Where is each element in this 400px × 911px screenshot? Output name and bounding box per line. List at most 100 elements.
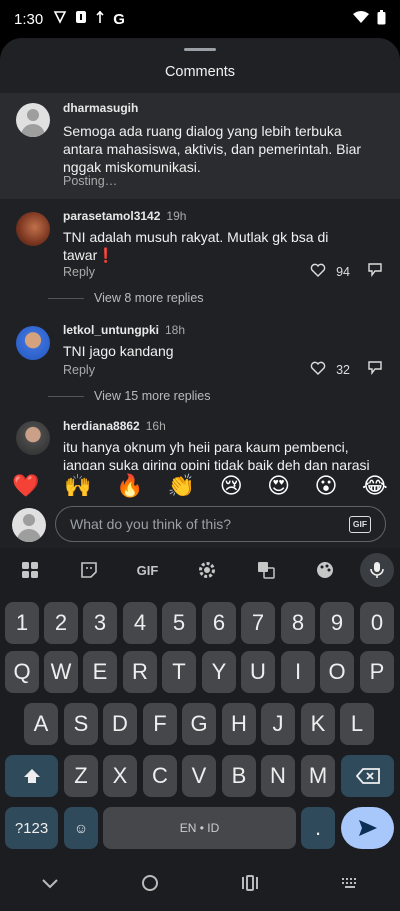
google-icon: G xyxy=(113,10,125,28)
view-more-label: View 8 more replies xyxy=(94,291,204,305)
microphone-icon[interactable] xyxy=(360,553,394,587)
emoji-clap[interactable]: 👏 xyxy=(168,473,195,499)
view-more-replies[interactable]: View 15 more replies xyxy=(48,389,211,403)
key-k[interactable]: K xyxy=(301,703,335,745)
gif-tool[interactable]: GIF xyxy=(118,548,177,592)
key-t[interactable]: T xyxy=(162,651,196,693)
space-key[interactable]: EN • ID xyxy=(103,807,296,849)
dislike-icon[interactable] xyxy=(368,361,382,378)
key-s[interactable]: S xyxy=(64,703,98,745)
key-c[interactable]: C xyxy=(143,755,177,797)
emoji-key[interactable]: ☺ xyxy=(64,807,98,849)
comment-username[interactable]: herdiana8862 16h xyxy=(63,419,166,433)
send-key[interactable] xyxy=(341,807,394,849)
comment-username[interactable]: parasetamol3142 19h xyxy=(63,209,186,223)
key-6[interactable]: 6 xyxy=(202,602,236,644)
comment-item: herdiana8862 16h itu hanya oknum yh heii … xyxy=(0,417,400,477)
key-h[interactable]: H xyxy=(222,703,256,745)
notification-icon xyxy=(75,10,87,28)
key-d[interactable]: D xyxy=(103,703,137,745)
view-more-replies[interactable]: View 8 more replies xyxy=(48,291,204,305)
emoji-surprised[interactable]: 😮 xyxy=(315,473,338,499)
key-9[interactable]: 9 xyxy=(320,602,354,644)
key-0[interactable]: 0 xyxy=(360,602,394,644)
key-j[interactable]: J xyxy=(261,703,295,745)
key-e[interactable]: E xyxy=(83,651,117,693)
shift-key[interactable] xyxy=(5,755,58,797)
key-l[interactable]: L xyxy=(340,703,374,745)
comment-time: 19h xyxy=(166,209,187,223)
key-x[interactable]: X xyxy=(103,755,137,797)
key-a[interactable]: A xyxy=(24,703,58,745)
heart-icon[interactable] xyxy=(310,361,326,378)
key-p[interactable]: P xyxy=(360,651,394,693)
key-4[interactable]: 4 xyxy=(123,602,157,644)
sticker-icon[interactable] xyxy=(59,548,118,592)
key-m[interactable]: M xyxy=(301,755,335,797)
emoji-laughing[interactable]: 😂 xyxy=(362,473,388,499)
dislike-icon[interactable] xyxy=(368,263,382,280)
apps-grid-icon[interactable] xyxy=(0,548,59,592)
battery-icon xyxy=(377,9,386,29)
emoji-fire[interactable]: 🔥 xyxy=(116,473,143,499)
comment-text: TNI jago kandang xyxy=(63,343,174,359)
emoji-heart[interactable]: ❤️ xyxy=(12,473,39,499)
key-5[interactable]: 5 xyxy=(162,602,196,644)
palette-icon[interactable] xyxy=(295,548,354,592)
comment-input[interactable]: What do you think of this? GIF xyxy=(55,506,386,542)
keyboard: GIF 1 2 3 4 5 6 7 8 9 0 Q W E R T Y U I … xyxy=(0,548,400,860)
backspace-key[interactable] xyxy=(341,755,394,797)
key-q[interactable]: Q xyxy=(5,651,39,693)
key-i[interactable]: I xyxy=(281,651,315,693)
comment-time: 18h xyxy=(165,323,186,337)
comment-time: 16h xyxy=(145,419,166,433)
key-n[interactable]: N xyxy=(261,755,295,797)
avatar[interactable] xyxy=(16,326,50,360)
emoji-heart-eyes[interactable]: 😍 xyxy=(267,473,290,499)
key-o[interactable]: O xyxy=(320,651,354,693)
key-2[interactable]: 2 xyxy=(44,602,78,644)
key-7[interactable]: 7 xyxy=(241,602,275,644)
sheet-title: Comments xyxy=(164,64,236,80)
back-chevron-icon[interactable] xyxy=(41,877,59,895)
avatar[interactable] xyxy=(16,212,50,246)
keyboard-toolbar: GIF xyxy=(0,548,400,592)
avatar[interactable] xyxy=(16,103,50,137)
key-z[interactable]: Z xyxy=(64,755,98,797)
pending-comment: dharmasugih Semoga ada ruang dialog yang… xyxy=(0,93,400,199)
symbols-key[interactable]: ?123 xyxy=(5,807,58,849)
key-3[interactable]: 3 xyxy=(83,602,117,644)
letter-row-1: Q W E R T Y U I O P xyxy=(0,651,400,693)
key-r[interactable]: R xyxy=(123,651,157,693)
comment-item: parasetamol3142 19h TNI adalah musuh raky… xyxy=(0,205,400,305)
comment-username[interactable]: letkol_untungpki 18h xyxy=(63,323,185,337)
recents-icon[interactable] xyxy=(241,875,259,896)
key-w[interactable]: W xyxy=(44,651,78,693)
usb-icon xyxy=(95,10,105,28)
reply-button[interactable]: Reply xyxy=(63,363,95,377)
key-f[interactable]: F xyxy=(143,703,177,745)
key-8[interactable]: 8 xyxy=(281,602,315,644)
key-v[interactable]: V xyxy=(182,755,216,797)
settings-gear-icon[interactable] xyxy=(177,548,236,592)
key-g[interactable]: G xyxy=(182,703,216,745)
user-avatar xyxy=(12,508,46,542)
reply-button[interactable]: Reply xyxy=(63,265,95,279)
heart-icon[interactable] xyxy=(310,263,326,280)
home-icon[interactable] xyxy=(141,874,159,897)
emoji-raised-hands[interactable]: 🙌 xyxy=(64,473,91,499)
comment-item: letkol_untungpki 18h TNI jago kandang Rep… xyxy=(0,321,400,411)
key-y[interactable]: Y xyxy=(202,651,236,693)
avatar[interactable] xyxy=(16,421,50,455)
key-1[interactable]: 1 xyxy=(5,602,39,644)
keyboard-switch-icon[interactable] xyxy=(341,876,359,895)
comment-username[interactable]: dharmasugih xyxy=(63,101,138,115)
drag-handle[interactable] xyxy=(184,48,216,51)
translate-icon[interactable] xyxy=(236,548,295,592)
wifi-icon xyxy=(353,10,369,28)
key-b[interactable]: B xyxy=(222,755,256,797)
gif-button[interactable]: GIF xyxy=(349,516,371,533)
key-u[interactable]: U xyxy=(241,651,275,693)
emoji-sad[interactable]: 😢 xyxy=(220,473,243,499)
period-key[interactable]: . xyxy=(301,807,335,849)
